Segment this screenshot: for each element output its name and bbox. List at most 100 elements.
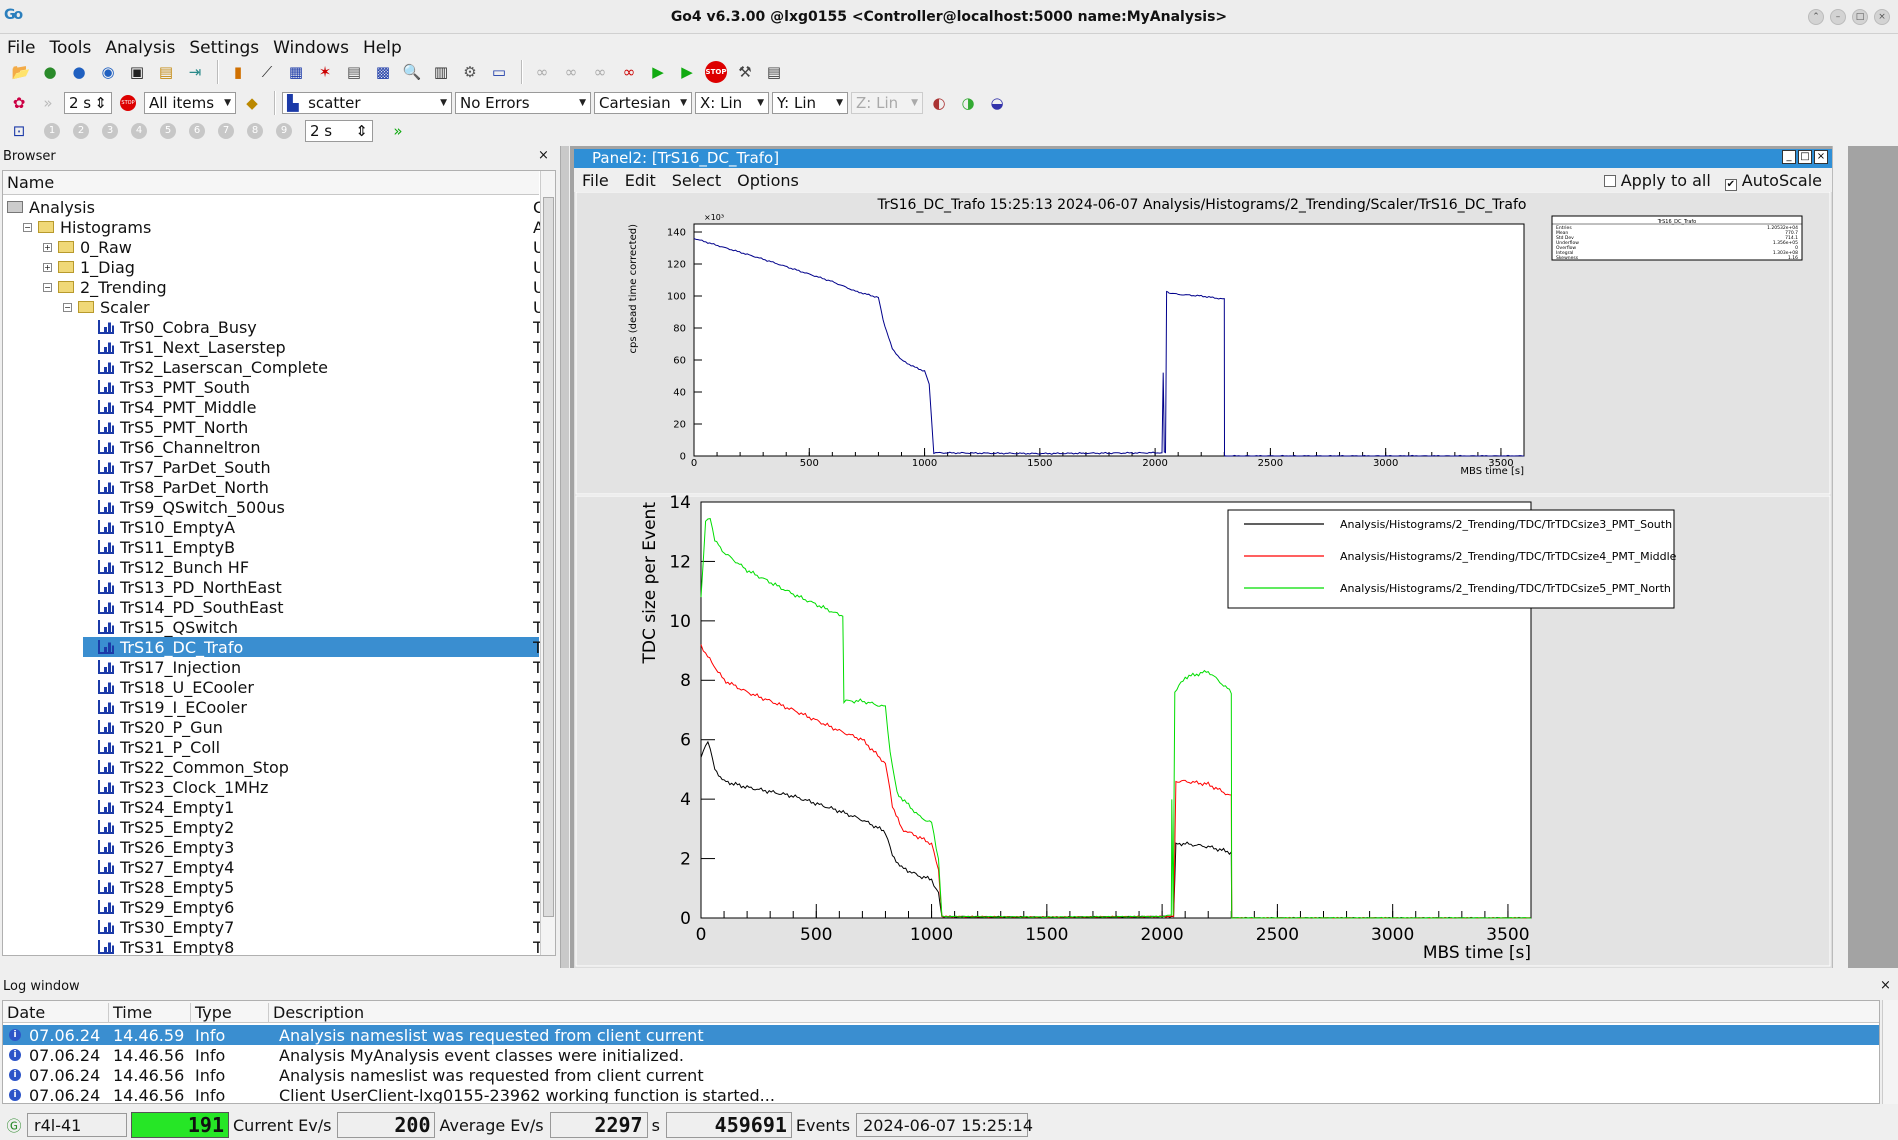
tree-row[interactable]: +1_Diag xyxy=(43,257,523,277)
apply-to-all-checkbox[interactable]: Apply to all xyxy=(1603,171,1711,191)
tree-row[interactable]: TrS30_Empty7 xyxy=(83,917,523,937)
log-row[interactable]: i 07.06.24 14.46.59 Info Analysis nameslist … xyxy=(3,1025,1879,1045)
link-icon[interactable]: ∞ xyxy=(529,59,555,85)
panel-menu-select[interactable]: Select xyxy=(664,171,729,190)
tree-row[interactable]: TrS20_P_Gun xyxy=(83,717,523,737)
errors-combo[interactable]: No Errors ▼ xyxy=(455,92,591,114)
histogram-icon[interactable]: ▮ xyxy=(225,59,251,85)
start-icon[interactable]: ▶ xyxy=(674,59,700,85)
connect-icon[interactable]: ◉ xyxy=(95,59,121,85)
panel-3-button[interactable]: 3 xyxy=(102,123,118,139)
log-col-time[interactable]: Time xyxy=(109,1003,191,1023)
open-remote-icon[interactable]: ● xyxy=(37,59,63,85)
mdi-vertical-scrollbar[interactable] xyxy=(1832,146,1848,968)
window-close-button[interactable]: × xyxy=(1874,9,1890,25)
tree-row[interactable]: TrS17_Injection xyxy=(83,657,523,677)
tree-row[interactable]: TrS7_ParDet_South xyxy=(83,457,523,477)
tree-row[interactable]: TrS9_QSwitch_500us xyxy=(83,497,523,517)
tree-row[interactable]: TrS21_P_Coll xyxy=(83,737,523,757)
tree-row[interactable]: TrS1_Next_Laserstep xyxy=(83,337,523,357)
panel-1-button[interactable]: 1 xyxy=(44,123,60,139)
graph-icon[interactable]: ⟋ xyxy=(254,59,280,85)
save-icon[interactable]: ▣ xyxy=(124,59,150,85)
root-canvas[interactable]: 0 500 1000 1500 2000 2500 3000 3500 0 20 40 60 80 100… xyxy=(574,191,1832,968)
tree-row[interactable]: TrS25_Empty2 xyxy=(83,817,523,837)
panel-9-button[interactable]: 9 xyxy=(276,123,292,139)
tree-row[interactable]: TrS29_Empty6 xyxy=(83,897,523,917)
items-filter-combo[interactable]: All items ▼ xyxy=(144,92,236,114)
disconnect-icon[interactable]: ∞ xyxy=(616,59,642,85)
refresh-interval-spinbox[interactable]: 2 s ⇕ xyxy=(305,120,373,142)
tree-horizontal-scrollbar[interactable] xyxy=(3,955,540,956)
tree-row[interactable]: − Scaler xyxy=(63,297,523,317)
log-col-description[interactable]: Description xyxy=(269,1003,1869,1023)
tree-row[interactable]: TrS2_Laserscan_Complete xyxy=(83,357,523,377)
tree-row[interactable]: TrS16_DC_Trafo xyxy=(83,637,539,657)
tree-row[interactable]: TrS0_Cobra_Busy xyxy=(83,317,523,337)
panel-2-button[interactable]: 2 xyxy=(73,123,89,139)
window-minimize-button[interactable]: – xyxy=(1830,9,1846,25)
log-row[interactable]: i 07.06.24 14.46.56 Info Analysis nameslist … xyxy=(3,1065,1879,1085)
panel-maximize-button[interactable]: □ xyxy=(1798,150,1812,164)
palette2-icon[interactable]: ◑ xyxy=(955,90,981,116)
dock-splitter[interactable] xyxy=(560,146,569,968)
browser-close-icon[interactable]: × xyxy=(538,148,549,163)
configure-icon[interactable]: ⚒ xyxy=(732,59,758,85)
zoom-icon[interactable]: 🔍 xyxy=(399,59,425,85)
panel-menu-edit[interactable]: Edit xyxy=(617,171,664,190)
collapse-icon[interactable]: − xyxy=(23,222,32,232)
tree-row[interactable]: TrS28_Empty5 xyxy=(83,877,523,897)
tree-row[interactable]: TrS4_PMT_Middle xyxy=(83,397,523,417)
tree-row[interactable]: TrS12_Bunch HF xyxy=(83,557,523,577)
open-folder-icon[interactable]: ▤ xyxy=(153,59,179,85)
collapse-icon[interactable]: − xyxy=(43,282,52,292)
fit-icon[interactable]: ✶ xyxy=(312,59,338,85)
stop-icon[interactable]: STOP xyxy=(703,59,729,85)
eraser-icon[interactable]: ◆ xyxy=(239,90,265,116)
tree-row[interactable]: − 2_Trending xyxy=(43,277,523,297)
fast-forward-icon[interactable]: » xyxy=(385,118,411,144)
panel-minimize-button[interactable]: _ xyxy=(1782,150,1796,164)
panel-6-button[interactable]: 6 xyxy=(189,123,205,139)
expand-icon[interactable]: + xyxy=(43,242,52,252)
panel-menu-options[interactable]: Options xyxy=(729,171,807,190)
expand-icon[interactable]: + xyxy=(43,262,52,272)
log-vertical-scrollbar[interactable] xyxy=(1882,1000,1898,1104)
tree-row[interactable]: TrS10_EmptyA xyxy=(83,517,523,537)
panel-8-button[interactable]: 8 xyxy=(247,123,263,139)
table-icon[interactable]: ▩ xyxy=(370,59,396,85)
tree-row[interactable]: TrS27_Empty4 xyxy=(83,857,523,877)
monitor-interval-spinbox[interactable]: 2 s ⇕ xyxy=(64,92,112,114)
log-col-date[interactable]: Date xyxy=(3,1003,109,1023)
canvas-icon[interactable]: ▦ xyxy=(283,59,309,85)
tree-scroll-thumb[interactable] xyxy=(543,197,554,917)
tree-row[interactable]: TrS22_Common_Stop xyxy=(83,757,523,777)
window-maximize-button[interactable]: □ xyxy=(1852,9,1868,25)
tree-row[interactable]: TrS24_Empty1 xyxy=(83,797,523,817)
panel-5-button[interactable]: 5 xyxy=(160,123,176,139)
calculator-icon[interactable]: ▤ xyxy=(341,59,367,85)
panel-7-button[interactable]: 7 xyxy=(218,123,234,139)
tree-row[interactable]: TrS11_EmptyB xyxy=(83,537,523,557)
tree-row[interactable]: TrS18_U_ECooler xyxy=(83,677,523,697)
tree-row[interactable]: TrS19_I_ECooler xyxy=(83,697,523,717)
zscale-combo[interactable]: Z: Lin ▼ xyxy=(851,92,923,114)
tree-row[interactable]: TrS13_PD_NorthEast xyxy=(83,577,523,597)
tree-row[interactable]: TrS3_PMT_South xyxy=(83,377,523,397)
tree-row[interactable]: TrS23_Clock_1MHz xyxy=(83,777,523,797)
gears-icon[interactable]: ⚙ xyxy=(457,59,483,85)
panel-menu-file[interactable]: File xyxy=(574,171,617,190)
open-file-icon[interactable]: 📂 xyxy=(8,59,34,85)
window-shade-button[interactable]: ⌃ xyxy=(1808,9,1824,25)
log-row[interactable]: i 07.06.24 14.46.56 Info Analysis MyAnalysis… xyxy=(3,1045,1879,1065)
panel-4-button[interactable]: 4 xyxy=(131,123,147,139)
collapse-icon[interactable]: − xyxy=(63,302,72,312)
tree-row[interactable]: TrS6_Channeltron xyxy=(83,437,523,457)
log-col-type[interactable]: Type xyxy=(191,1003,269,1023)
coords-combo[interactable]: Cartesian ▼ xyxy=(594,92,692,114)
palette1-icon[interactable]: ◐ xyxy=(926,90,952,116)
xscale-combo[interactable]: X: Lin ▼ xyxy=(695,92,769,114)
tree-row[interactable]: − Histograms xyxy=(23,217,523,237)
log-close-icon[interactable]: × xyxy=(1880,978,1891,993)
monitor-icon[interactable]: ✿ xyxy=(6,90,32,116)
